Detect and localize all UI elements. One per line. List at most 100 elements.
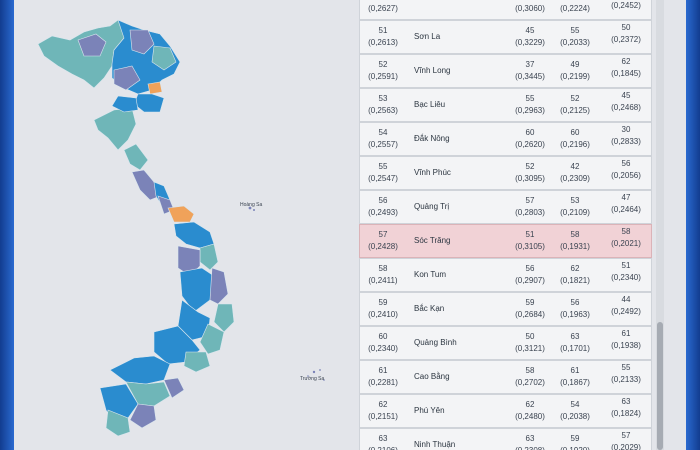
map-province-thua-thien-hue[interactable] bbox=[167, 205, 195, 223]
metric-a-value-cell: (0,3445) bbox=[515, 72, 545, 81]
province-name-cell: Ninh Thuận bbox=[414, 440, 456, 449]
metric-b-value-cell: (0,2224) bbox=[560, 4, 590, 13]
province-name-cell: Vĩnh Long bbox=[414, 66, 451, 75]
province-name-cell: Sóc Trăng bbox=[414, 236, 451, 245]
metric-c-value-cell: (0,2464) bbox=[611, 205, 641, 214]
table-row[interactable]: 61 (0,2281) Cao Bằng 58 (0,2702) 61 (0,1867) 55… bbox=[359, 360, 652, 394]
rank-cell: 60 bbox=[378, 332, 388, 341]
map-region-mekong-a[interactable] bbox=[109, 355, 171, 385]
metric-a-rank-cell: 59 bbox=[525, 298, 535, 307]
paracel-label: Hoàng Sa bbox=[240, 202, 262, 208]
metric-c-value-cell: (0,1845) bbox=[611, 69, 641, 78]
metric-c-rank-cell: 44 bbox=[621, 295, 631, 304]
province-name-cell: Phú Yên bbox=[414, 406, 445, 415]
province-name-cell: Đắk Nông bbox=[414, 134, 450, 143]
metric-c-rank-cell: 51 bbox=[621, 261, 631, 270]
metric-a-rank-cell: 60 bbox=[525, 128, 535, 137]
rank-cell: 58 bbox=[378, 264, 388, 273]
rank-cell: 56 bbox=[378, 196, 388, 205]
map-region-southeast-b[interactable] bbox=[183, 351, 211, 373]
metric-c-value-cell: (0,2452) bbox=[611, 1, 641, 10]
metric-b-value-cell: (0,2033) bbox=[560, 38, 590, 47]
map-region-central-coast-a[interactable] bbox=[173, 221, 215, 249]
metric-c-value-cell: (0,2056) bbox=[611, 171, 641, 180]
metric-c-rank-cell: 63 bbox=[621, 397, 631, 406]
metric-c-rank-cell: 45 bbox=[621, 91, 631, 100]
table-scrollbar[interactable] bbox=[656, 0, 664, 450]
content-panel: Hoàng Sa Trường Sa (0,2627) (0,3060) (0,22… bbox=[14, 0, 686, 450]
metric-c-rank-cell: 30 bbox=[621, 125, 631, 134]
left-frame-border bbox=[0, 0, 14, 450]
table-row[interactable]: 51 (0,2613) Sơn La 45 (0,3229) 55 (0,2033) 50 (0… bbox=[359, 20, 652, 54]
metric-a-value-cell: (0,3105) bbox=[515, 242, 545, 251]
table-row[interactable]: (0,2627) (0,3060) (0,2224) (0,2452) bbox=[359, 0, 652, 20]
metric-a-rank-cell: 56 bbox=[525, 264, 535, 273]
right-frame-border bbox=[686, 0, 700, 450]
metric-b-rank-cell: 58 bbox=[570, 230, 580, 239]
scrollbar-thumb[interactable] bbox=[657, 322, 663, 450]
metric-c-value-cell: (0,2833) bbox=[611, 137, 641, 146]
table-row[interactable]: 53 (0,2563) Bạc Liêu 55 (0,2963) 52 (0,2125) 45… bbox=[359, 88, 652, 122]
rank-index-cell: (0,2563) bbox=[368, 106, 398, 115]
rank-index-cell: (0,2411) bbox=[368, 276, 398, 285]
metric-b-rank-cell: 52 bbox=[570, 94, 580, 103]
metric-b-rank-cell: 59 bbox=[570, 434, 580, 443]
map-island-d bbox=[319, 369, 321, 371]
rank-cell: 57 bbox=[378, 230, 388, 239]
metric-a-rank-cell: 63 bbox=[525, 434, 535, 443]
table-row[interactable]: 62 (0,2151) Phú Yên 62 (0,2480) 54 (0,2038) 63 (… bbox=[359, 394, 652, 428]
table-row[interactable]: 56 (0,2493) Quảng Trị 57 (0,2803) 53 (0,2109) 4… bbox=[359, 190, 652, 224]
metric-c-rank-cell: 47 bbox=[621, 193, 631, 202]
map-region-central-coast-b[interactable] bbox=[199, 243, 219, 271]
metric-b-rank-cell: 61 bbox=[570, 366, 580, 375]
table-row[interactable]: 54 (0,2557) Đắk Nông 60 (0,2620) 60 (0,2196) 30… bbox=[359, 122, 652, 156]
province-name-cell: Vĩnh Phúc bbox=[414, 168, 451, 177]
map-province-north-orange[interactable] bbox=[147, 81, 163, 95]
metric-a-rank-cell: 55 bbox=[525, 94, 535, 103]
table-row-highlighted[interactable]: 57 (0,2428) Sóc Trăng 51 (0,3105) 58 (0,1931) 5… bbox=[359, 224, 652, 258]
metric-b-value-cell: (0,1920) bbox=[554, 446, 596, 450]
province-name-cell: Cao Bằng bbox=[414, 372, 450, 381]
metric-b-value-cell: (0,1701) bbox=[560, 344, 590, 353]
metric-b-rank-cell: 42 bbox=[570, 162, 580, 171]
metric-b-value-cell: (0,1867) bbox=[560, 378, 590, 387]
table-row[interactable]: 59 (0,2410) Bắc Kạn 59 (0,2684) 56 (0,1963) 44 (… bbox=[359, 292, 652, 326]
map-region-central-coast-c[interactable] bbox=[209, 267, 229, 305]
rank-index-cell: (0,2151) bbox=[368, 412, 398, 421]
table-row[interactable]: 60 (0,2340) Quảng Bình 50 (0,3121) 63 (0,1701)… bbox=[359, 326, 652, 360]
province-name-cell: Quảng Trị bbox=[414, 202, 450, 211]
rank-index-cell: (0,2557) bbox=[368, 140, 398, 149]
metric-b-value-cell: (0,2125) bbox=[560, 106, 590, 115]
metric-c-value-cell: (0,2133) bbox=[611, 375, 641, 384]
metric-c-value-cell: (0,2340) bbox=[611, 273, 641, 282]
metric-b-value-cell: (0,2196) bbox=[560, 140, 590, 149]
map-region-north-central-c[interactable] bbox=[123, 143, 149, 171]
metric-a-value-cell: (0,2803) bbox=[515, 208, 545, 217]
map-province-red-river[interactable] bbox=[133, 93, 165, 113]
table-row[interactable]: 52 (0,2591) Vĩnh Long 37 (0,3445) 49 (0,2199) 6… bbox=[359, 54, 652, 88]
metric-a-rank-cell: 51 bbox=[525, 230, 535, 239]
rank-cell: 55 bbox=[378, 162, 388, 171]
metric-c-value-cell: (0,2021) bbox=[611, 239, 641, 248]
metric-a-rank-cell: 50 bbox=[525, 332, 535, 341]
metric-a-value-cell: (0,3095) bbox=[515, 174, 545, 183]
map-svg: Hoàng Sa Trường Sa bbox=[37, 19, 325, 437]
rank-index-cell: (0,2591) bbox=[368, 72, 398, 81]
metric-c-rank-cell: 55 bbox=[621, 363, 631, 372]
metric-b-value-cell: (0,1931) bbox=[560, 242, 590, 251]
map-island-c bbox=[312, 370, 316, 374]
metric-c-rank-cell: 56 bbox=[621, 159, 631, 168]
rank-index-cell: (0,2428) bbox=[368, 242, 398, 251]
table-row[interactable]: 58 (0,2411) Kon Tum 56 (0,2907) 62 (0,1821) 51 (… bbox=[359, 258, 652, 292]
map-region-north-central-a[interactable] bbox=[93, 107, 137, 151]
metric-c-value-cell: (0,1938) bbox=[611, 341, 641, 350]
rank-cell: 52 bbox=[378, 60, 388, 69]
table-row[interactable]: 55 (0,2547) Vĩnh Phúc 52 (0,3095) 42 (0,2309) 5… bbox=[359, 156, 652, 190]
metric-c-rank-cell: 57 bbox=[621, 431, 631, 440]
table-row[interactable]: 63 (0,2106) Ninh Thuận 63 (0,2308) 59 (0,1920)… bbox=[359, 428, 652, 450]
vietnam-province-map: Hoàng Sa Trường Sa bbox=[14, 0, 358, 450]
rank-index-cell: (0,2106) bbox=[364, 446, 402, 450]
metric-a-rank-cell: 52 bbox=[525, 162, 535, 171]
map-region-central-coast-d[interactable] bbox=[213, 303, 235, 333]
metric-a-value-cell: (0,2702) bbox=[515, 378, 545, 387]
